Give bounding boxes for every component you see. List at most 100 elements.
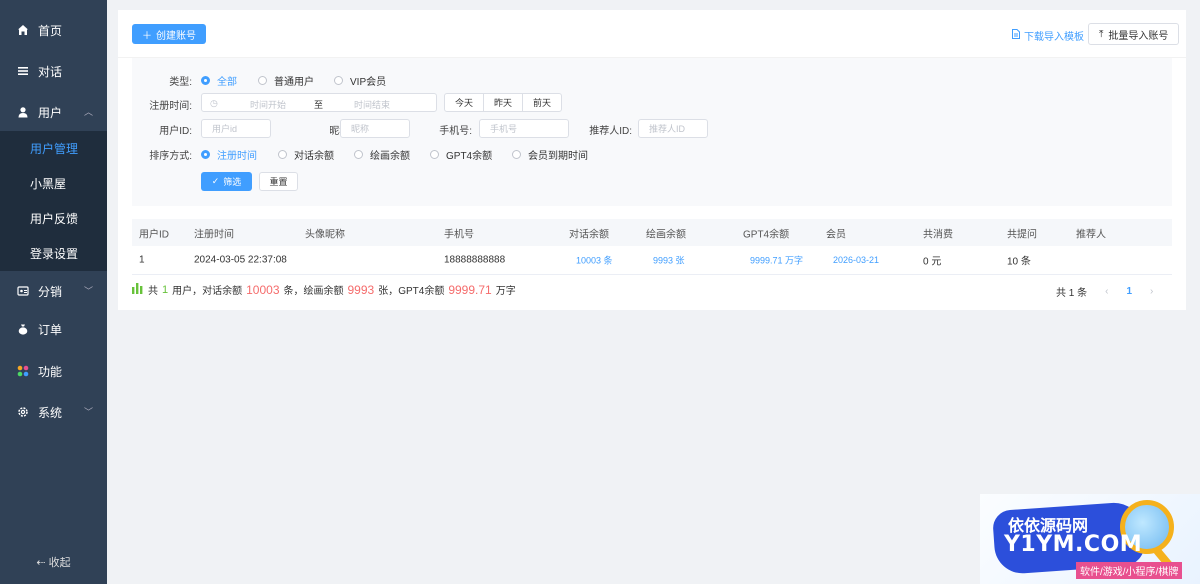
summary-user-count: 1 [162, 283, 169, 296]
sort-radio-chat-balance[interactable]: 对话余额 [278, 147, 334, 162]
sub-item-login-settings[interactable]: 登录设置 [0, 236, 107, 271]
quick-today-button[interactable]: 今天 [445, 94, 485, 111]
share-icon [16, 284, 30, 298]
col-chat-balance: 对话余额 [569, 229, 609, 240]
menu-item-label: 系统 [38, 405, 63, 420]
clock-icon: ◷ [210, 98, 218, 108]
menu-item-chat[interactable]: 对话 [0, 50, 107, 92]
pager-total: 共 1 条 [1056, 288, 1088, 299]
download-template-label: 下载导入模板 [1024, 32, 1084, 43]
gear-icon [16, 405, 30, 419]
table-header: 用户ID 注册时间 头像昵称 手机号 对话余额 绘画余额 GPT4余额 会员 共… [132, 219, 1172, 246]
radio-dot [334, 76, 343, 85]
collapse-button[interactable]: ⇠ 收起 [0, 554, 107, 570]
cell-draw-balance[interactable]: 9993 张 [653, 254, 685, 267]
col-referrer: 推荐人 [1076, 229, 1106, 240]
user-id-input[interactable]: 用户id [201, 119, 271, 138]
col-reg-time: 注册时间 [194, 229, 234, 240]
arrow-left-icon: ⇠ [36, 557, 46, 569]
summary-draw-total: 9993 [347, 282, 375, 297]
cell-phone: 18888888888 [444, 254, 506, 266]
sub-item-blacklist[interactable]: 小黑屋 [0, 166, 107, 201]
referrer-label: 推荐人ID: [589, 126, 632, 137]
menu-item-label: 用户 [38, 105, 63, 120]
menu-item-label: 功能 [38, 364, 63, 379]
sort-radio-gpt4-balance[interactable]: GPT4余额 [430, 147, 492, 162]
referrer-input[interactable]: 推荐人ID [638, 119, 708, 138]
col-vip: 会员 [826, 229, 846, 240]
menu-item-label: 订单 [38, 322, 63, 337]
menu-item-system[interactable]: 系统 ﹀ [0, 391, 107, 433]
radio-label: 绘画余额 [370, 151, 410, 162]
quick-yesterday-button[interactable]: 昨天 [484, 94, 524, 111]
sidebar: 首页 对话 用户 ︿ 用户管理 小黑屋 用户反馈 登录设置 分销 ﹀ 订单 功能… [0, 0, 107, 584]
phone-label: 手机号: [439, 126, 472, 137]
menu-item-orders[interactable]: 订单 [0, 308, 107, 350]
badge-domain: Y1YM.COM [1004, 532, 1143, 557]
filter-panel: 类型: 全部 普通用户 VIP会员 注册时间: ◷ 时间开始 至 时间结束 今天… [132, 58, 1172, 206]
sort-radio-draw-balance[interactable]: 绘画余额 [354, 147, 410, 162]
col-questions: 共提问 [1007, 229, 1037, 240]
sub-item-user-management[interactable]: 用户管理 [0, 131, 107, 166]
cell-chat-balance[interactable]: 10003 条 [576, 254, 613, 267]
type-radio-all[interactable]: 全部 [201, 73, 237, 88]
menu-item-home[interactable]: 首页 [0, 9, 107, 51]
summary-chat-total: 10003 [246, 282, 280, 297]
toolbar: ＋ 创建账号 下载导入模板 ⤒ 批量导入账号 [118, 10, 1186, 58]
cell-reg-time: 2024-03-05 22:37:08 [194, 254, 287, 266]
table-row: 1 2024-03-05 22:37:08 18888888888 10003 … [132, 246, 1172, 275]
cell-questions: 10 条 [1007, 256, 1031, 268]
menu-item-label: 首页 [38, 23, 63, 38]
radio-dot [430, 150, 439, 159]
date-range-picker[interactable]: ◷ 时间开始 至 时间结束 [201, 93, 437, 112]
radio-label: 对话余额 [294, 151, 334, 162]
next-page-icon[interactable]: › [1150, 286, 1153, 297]
radio-dot [278, 150, 287, 159]
download-template-link[interactable]: 下载导入模板 [1012, 28, 1084, 43]
page-number[interactable]: 1 [1126, 286, 1132, 297]
menu-item-distribution[interactable]: 分销 ﹀ [0, 270, 107, 312]
cell-gpt4-balance[interactable]: 9999.71 万字 [750, 254, 803, 267]
batch-import-label: 批量导入账号 [1108, 30, 1169, 42]
radio-label: 全部 [217, 77, 237, 88]
sort-radio-reg-time[interactable]: 注册时间 [201, 147, 257, 162]
prev-page-icon[interactable]: ‹ [1105, 286, 1108, 297]
pagination: 共 1 条 ‹ 1 › [1056, 284, 1171, 299]
document-icon [1012, 29, 1020, 42]
radio-label: 会员到期时间 [528, 151, 588, 162]
phone-input[interactable]: 手机号 [479, 119, 569, 138]
filter-button-label: 筛选 [223, 177, 242, 187]
chevron-up-icon: ︿ [83, 107, 93, 117]
type-label: 类型: [169, 77, 192, 88]
quick-date-group: 今天 昨天 前天 [444, 93, 563, 112]
user-submenu: 用户管理 小黑屋 用户反馈 登录设置 [0, 131, 107, 271]
time-end-input[interactable]: 时间结束 [354, 98, 390, 111]
reg-time-label: 注册时间: [149, 101, 192, 112]
menu-item-label: 分销 [38, 284, 63, 299]
menu-item-features[interactable]: 功能 [0, 350, 107, 392]
menu-item-user[interactable]: 用户 ︿ [0, 91, 107, 133]
watermark-badge: 依依源码网 Y1YM.COM 软件/游戏/小程序/棋牌 [980, 494, 1200, 584]
create-account-button[interactable]: ＋ 创建账号 [132, 24, 206, 44]
type-radio-vip[interactable]: VIP会员 [334, 73, 386, 88]
nickname-input[interactable]: 昵称 [340, 119, 410, 138]
check-icon: ✓ [211, 176, 220, 186]
summary-text-2: 用户，对话余额 [172, 286, 243, 297]
filter-button[interactable]: ✓ 筛选 [201, 172, 252, 191]
chevron-down-icon: ﹀ [83, 407, 93, 417]
col-avatar-nickname: 头像昵称 [305, 229, 345, 240]
badge-tagline: 软件/游戏/小程序/棋牌 [1076, 562, 1183, 579]
summary-text-3: 条，绘画余额 [283, 286, 344, 297]
user-table: 用户ID 注册时间 头像昵称 手机号 对话余额 绘画余额 GPT4余额 会员 共… [132, 219, 1172, 275]
quick-before-yesterday-button[interactable]: 前天 [523, 94, 561, 111]
summary-gpt4-total: 9999.71 [448, 282, 492, 297]
user-id-label: 用户ID: [159, 126, 192, 137]
sort-radio-vip-expire[interactable]: 会员到期时间 [512, 147, 588, 162]
type-radio-normal[interactable]: 普通用户 [258, 73, 314, 88]
col-phone: 手机号 [444, 229, 474, 240]
cell-vip[interactable]: 2026-03-21 [833, 255, 879, 265]
sub-item-feedback[interactable]: 用户反馈 [0, 201, 107, 236]
reset-button[interactable]: 重置 [259, 172, 298, 191]
batch-import-button[interactable]: ⤒ 批量导入账号 [1088, 23, 1180, 45]
time-start-input[interactable]: 时间开始 [250, 98, 286, 111]
